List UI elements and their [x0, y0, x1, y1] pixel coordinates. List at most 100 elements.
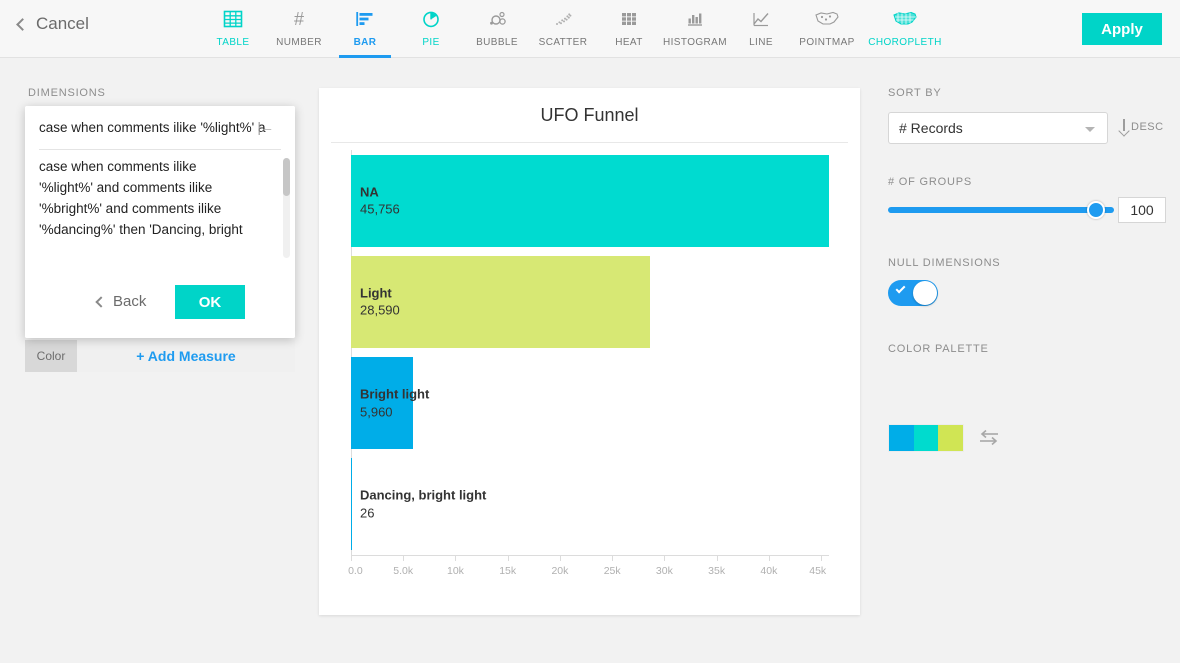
pointmap-icon: [814, 6, 840, 32]
bar-category-label: Bright light: [360, 386, 430, 402]
color-palette-swatches[interactable]: [888, 424, 964, 452]
bar-rect[interactable]: [351, 154, 829, 247]
bubble-chart-icon: [487, 6, 507, 32]
tab-line-label: LINE: [749, 37, 773, 48]
tab-table[interactable]: TABLE: [200, 0, 266, 58]
tab-bar[interactable]: BAR: [332, 0, 398, 58]
bar-chart-plot: NA 45,756 Light 28,590 Bright light 5,960 Danc…: [351, 150, 829, 555]
expression-preview-text: case when comments ilike '%light%' and c…: [39, 159, 243, 237]
bar-chart-icon: [355, 6, 375, 32]
expression-preview-area[interactable]: case when comments ilike '%light%' and c…: [39, 156, 281, 261]
tab-table-label: TABLE: [216, 37, 250, 48]
bar-label-group: Light 28,590: [360, 284, 400, 319]
tab-pointmap[interactable]: POINTMAP: [794, 0, 860, 58]
tab-choropleth-label: CHOROPLETH: [868, 37, 942, 48]
x-axis: 0.0 5.0k 10k 15k 20k 25k 30k 35k 40k 45k: [348, 555, 829, 595]
number-hash-icon: #: [289, 6, 309, 32]
bar-category-label: NA: [360, 184, 379, 200]
checkmark-icon: [895, 283, 906, 294]
apply-button[interactable]: Apply: [1082, 13, 1162, 45]
bar-value-label: 26: [360, 505, 375, 521]
bar-row[interactable]: Light 28,590: [351, 255, 829, 348]
tab-pie[interactable]: PIE: [398, 0, 464, 58]
right-config-panel: SORT BY # Records DESC # OF GROUPS 100 N…: [875, 58, 1180, 663]
table-icon: [223, 6, 243, 32]
groups-value-input[interactable]: 100: [1118, 197, 1166, 223]
ok-label: OK: [198, 293, 222, 311]
tab-scatter[interactable]: SCATTER: [530, 0, 596, 58]
color-palette-label: COLOR PALETTE: [888, 343, 989, 355]
svg-text:#: #: [294, 9, 304, 29]
popup-divider: [39, 149, 281, 150]
expression-scrollbar[interactable]: [283, 158, 290, 258]
heat-map-icon: [619, 6, 639, 32]
tab-choropleth[interactable]: CHOROPLETH: [860, 0, 950, 58]
groups-slider-track[interactable]: [888, 207, 1114, 213]
tab-pie-label: PIE: [422, 37, 440, 48]
indent-left-icon[interactable]: |←: [257, 120, 274, 134]
sort-by-value: # Records: [899, 120, 963, 136]
tab-bubble[interactable]: BUBBLE: [464, 0, 530, 58]
bar-row[interactable]: Dancing, bright light 26: [351, 458, 829, 551]
histogram-icon: [685, 6, 705, 32]
choropleth-icon: [892, 6, 918, 32]
cancel-label: Cancel: [36, 14, 89, 33]
toggle-knob: [913, 281, 937, 305]
sort-by-label: SORT BY: [888, 87, 942, 99]
cancel-button[interactable]: Cancel: [16, 14, 89, 34]
number-of-groups-label: # OF GROUPS: [888, 176, 972, 188]
tab-scatter-label: SCATTER: [538, 37, 588, 48]
tab-number-label: NUMBER: [276, 37, 322, 48]
pie-chart-icon: [421, 6, 441, 32]
popup-footer: Back OK: [25, 276, 295, 338]
line-chart-icon: [751, 6, 771, 32]
sort-direction-toggle[interactable]: DESC: [1119, 119, 1164, 134]
palette-swatch-1[interactable]: [913, 425, 939, 451]
bar-label-group: Dancing, bright light 26: [360, 487, 486, 522]
swap-arrows-icon[interactable]: [977, 426, 1001, 448]
chevron-left-icon: [95, 295, 107, 308]
scatter-plot-icon: [553, 6, 573, 32]
chevron-left-icon: [16, 17, 29, 31]
sort-direction-label: DESC: [1131, 120, 1164, 133]
bar-value-label: 28,590: [360, 302, 400, 318]
color-measure-key-label: Color: [25, 340, 77, 372]
back-label: Back: [113, 293, 147, 310]
tab-pointmap-label: POINTMAP: [799, 37, 855, 48]
bar-category-label: Dancing, bright light: [360, 487, 487, 503]
tab-bar-label: BAR: [353, 37, 377, 48]
chevron-down-icon: [1085, 127, 1095, 132]
top-toolbar: Cancel TABLE # NUMBER BAR PIE BUBBLE SCA…: [0, 0, 1180, 58]
bar-category-label: Light: [360, 285, 392, 301]
tab-number[interactable]: # NUMBER: [266, 0, 332, 58]
visualization-type-tabs: TABLE # NUMBER BAR PIE BUBBLE SCATTER HE…: [200, 0, 950, 58]
ok-button[interactable]: OK: [175, 285, 245, 319]
sort-by-select[interactable]: # Records: [888, 112, 1108, 144]
bar-label-group: Bright light 5,960: [360, 386, 429, 421]
palette-swatch-0[interactable]: [889, 425, 914, 451]
expression-editor-popup: case when comments ilike '%light%' and c…: [25, 106, 295, 338]
bar-row[interactable]: NA 45,756: [351, 154, 829, 247]
add-measure-button[interactable]: + Add Measure: [77, 340, 295, 372]
apply-label: Apply: [1101, 20, 1143, 38]
bar-row[interactable]: Bright light 5,960: [351, 357, 829, 450]
back-button[interactable]: Back: [95, 293, 147, 310]
bar-value-label: 5,960: [360, 404, 393, 420]
bar-value-label: 45,756: [360, 201, 400, 217]
chart-title-divider: [331, 142, 848, 143]
tab-histogram-label: HISTOGRAM: [663, 37, 727, 48]
chart-card: UFO Funnel NA 45,756 Light 28,590 Bright lig…: [319, 88, 860, 615]
arrow-down-icon: [1119, 119, 1128, 134]
x-axis-line: [351, 555, 829, 556]
chart-title: UFO Funnel: [540, 105, 639, 125]
dimensions-section-label: DIMENSIONS: [28, 87, 106, 99]
palette-swatch-2[interactable]: [938, 425, 964, 451]
tab-heat-label: HEAT: [615, 37, 643, 48]
expression-input[interactable]: [25, 106, 295, 149]
groups-slider-handle[interactable]: [1087, 201, 1105, 219]
tab-histogram[interactable]: HISTOGRAM: [662, 0, 728, 58]
null-dimensions-toggle[interactable]: [888, 280, 938, 306]
tab-heat[interactable]: HEAT: [596, 0, 662, 58]
null-dimensions-label: NULL DIMENSIONS: [888, 257, 1001, 269]
tab-line[interactable]: LINE: [728, 0, 794, 58]
